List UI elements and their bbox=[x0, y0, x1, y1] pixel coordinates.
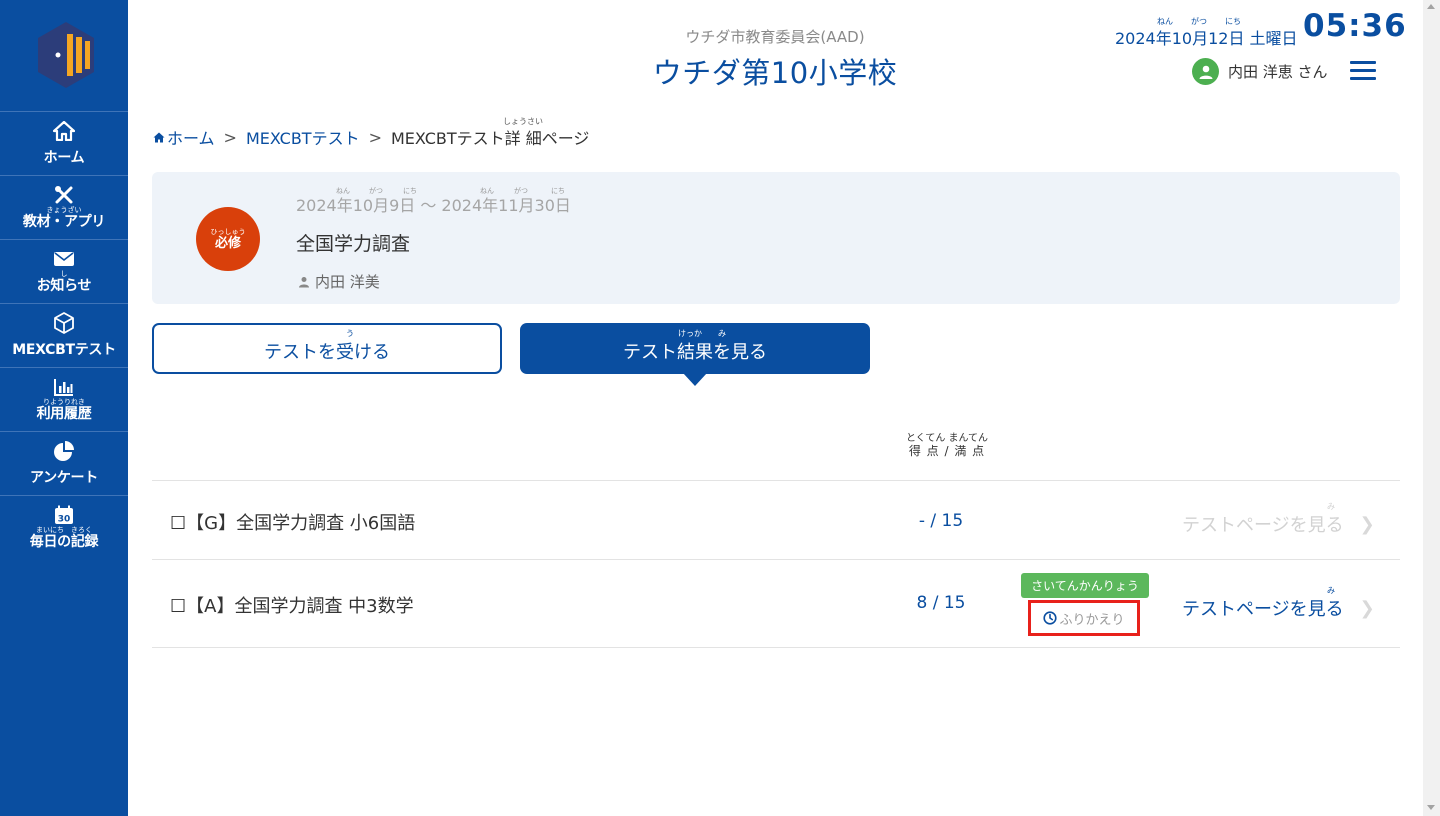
date-ruby-month: がつ bbox=[1191, 17, 1207, 26]
sidebar-item-ruby: し bbox=[60, 270, 68, 278]
view-test-page-link[interactable]: み テストページを見る ❯ bbox=[1182, 502, 1375, 537]
current-date: 2024年10月12日 土曜日 bbox=[1115, 29, 1298, 48]
sidebar-item-mexcbt[interactable]: MEXCBTテスト bbox=[0, 303, 128, 367]
take-test-label: テストを受ける bbox=[264, 341, 390, 363]
take-test-ruby: う bbox=[346, 328, 354, 338]
sidebar-item-label: お知らせ bbox=[36, 278, 92, 294]
sidebar-item-label: ホーム bbox=[43, 150, 85, 166]
scroll-down-arrow-icon[interactable] bbox=[1427, 805, 1435, 810]
score-header-ruby: とくてん まんてん bbox=[905, 433, 989, 444]
review-label: ふりかえり bbox=[1059, 612, 1125, 628]
date-ruby-year: ねん bbox=[1157, 17, 1173, 26]
link-ruby: み bbox=[1327, 502, 1335, 511]
view-test-page-label: テストページを見る bbox=[1182, 599, 1344, 620]
sidebar-item-daily-record[interactable]: 30 まいにち きろく 毎日の記録 bbox=[0, 495, 128, 559]
view-results-label: テスト結果を見る bbox=[623, 341, 767, 363]
breadcrumb-home-link[interactable]: ホーム bbox=[167, 125, 215, 149]
school-logo[interactable] bbox=[36, 22, 96, 88]
sidebar-item-label: アンケート bbox=[30, 470, 98, 486]
bar-chart-icon bbox=[53, 376, 75, 398]
school-name: ウチダ第10小学校 bbox=[652, 56, 898, 90]
active-tab-pointer bbox=[683, 373, 707, 386]
hamburger-menu-icon[interactable] bbox=[1350, 61, 1376, 81]
table-row: ☐【G】全国学力調査 小6国語 - / 15 み テストページを見る ❯ bbox=[152, 480, 1400, 560]
cube-icon bbox=[53, 312, 75, 334]
current-time: 05:36 bbox=[1303, 8, 1407, 44]
calendar-icon: 30 bbox=[53, 504, 75, 526]
breadcrumb-current: しょうさい MEXCBTテスト詳 細ページ bbox=[390, 117, 590, 149]
home-icon bbox=[153, 132, 165, 142]
test-info-card: ひっしゅう 必修 ねん がつ にち ねん がつ にち 2024年10月9日 〜 … bbox=[152, 172, 1400, 304]
required-badge: ひっしゅう 必修 bbox=[196, 207, 260, 271]
required-badge-ruby: ひっしゅう bbox=[210, 227, 246, 236]
scroll-up-arrow-icon[interactable] bbox=[1427, 4, 1435, 9]
sidebar-item-ruby: きょうざい bbox=[46, 206, 82, 214]
date-ruby-day: にち bbox=[1225, 17, 1241, 26]
vertical-scrollbar[interactable] bbox=[1423, 0, 1440, 816]
user-name[interactable]: 内田 洋恵 さん bbox=[1228, 61, 1328, 82]
required-badge-label: 必修 bbox=[214, 235, 241, 251]
score-header-label: 得 点 / 満 点 bbox=[908, 444, 986, 458]
test-name: ☐【A】全国学力調査 中3数学 bbox=[170, 596, 414, 617]
sidebar-item-label: 教材・アプリ bbox=[22, 214, 106, 230]
test-score: - / 15 bbox=[918, 511, 964, 531]
test-period: 2024年10月9日 〜 2024年11月30日 bbox=[296, 196, 571, 215]
sidebar-item-materials[interactable]: きょうざい 教材・アプリ bbox=[0, 175, 128, 239]
tools-icon bbox=[53, 184, 75, 206]
sidebar-item-label: 毎日の記録 bbox=[29, 534, 99, 550]
sidebar-item-ruby: りようりれき bbox=[43, 398, 85, 406]
take-test-button[interactable]: う テストを受ける bbox=[152, 323, 502, 374]
sidebar-item-home[interactable]: ホーム bbox=[0, 111, 128, 175]
sidebar-nav: ホーム きょうざい 教材・アプリ し お知らせ MEXCBTテスト りようりれき… bbox=[0, 111, 128, 559]
score-column-header: とくてん まんてん 得 点 / 満 点 bbox=[896, 433, 998, 458]
user-icon bbox=[1199, 65, 1212, 79]
breadcrumb-current-label: MEXCBTテスト詳 細ページ bbox=[390, 129, 590, 148]
test-name: ☐【G】全国学力調査 小6国語 bbox=[170, 513, 416, 534]
view-results-button[interactable]: けっか み テスト結果を見る bbox=[520, 323, 870, 374]
date-display: ねん がつ にち 2024年10月12日 土曜日 bbox=[1115, 16, 1300, 49]
sidebar: ホーム きょうざい 教材・アプリ し お知らせ MEXCBTテスト りようりれき… bbox=[0, 0, 128, 816]
test-author-name: 内田 洋美 bbox=[315, 273, 380, 291]
test-score: 8 / 15 bbox=[916, 593, 966, 613]
breadcrumb: ホーム > MEXCBTテスト > しょうさい MEXCBTテスト詳 細ページ bbox=[153, 117, 590, 149]
breadcrumb-ruby: しょうさい bbox=[502, 117, 543, 126]
graded-status-badge: さいてんかんりょう bbox=[1021, 573, 1149, 598]
view-results-ruby: けっか み bbox=[678, 328, 726, 338]
sidebar-item-history[interactable]: りようりれき 利用履歴 bbox=[0, 367, 128, 431]
chevron-right-icon: ❯ bbox=[1359, 513, 1375, 535]
sidebar-item-survey[interactable]: アンケート bbox=[0, 431, 128, 495]
clock-icon bbox=[1043, 611, 1058, 625]
user-avatar[interactable] bbox=[1192, 58, 1219, 85]
chevron-right-icon: ❯ bbox=[1359, 597, 1375, 619]
calendar-day: 30 bbox=[58, 515, 71, 525]
breadcrumb-test-link[interactable]: MEXCBTテスト bbox=[246, 125, 360, 149]
view-test-page-label: テストページを見る bbox=[1182, 515, 1344, 536]
sidebar-item-label: 利用履歴 bbox=[36, 406, 92, 422]
home-icon bbox=[53, 120, 75, 142]
breadcrumb-separator: > bbox=[368, 127, 382, 147]
test-author: 内田 洋美 bbox=[298, 271, 380, 292]
date-ruby: ねん がつ にち bbox=[1115, 16, 1300, 26]
pie-chart-icon bbox=[53, 440, 75, 462]
mail-icon bbox=[53, 248, 75, 270]
test-title: 全国学力調査 bbox=[296, 233, 411, 255]
table-row: ☐【A】全国学力調査 中3数学 8 / 15 さいてんかんりょう ふりかえり み… bbox=[152, 559, 1400, 648]
breadcrumb-separator: > bbox=[223, 127, 237, 147]
sidebar-item-ruby: まいにち きろく bbox=[36, 526, 92, 534]
sidebar-item-notices[interactable]: し お知らせ bbox=[0, 239, 128, 303]
education-board: ウチダ市教育委員会(AAD) bbox=[685, 28, 865, 46]
view-test-page-link[interactable]: み テストページを見る ❯ bbox=[1182, 586, 1375, 621]
take-test-label-wrap: う テストを受ける bbox=[264, 329, 390, 364]
sidebar-item-label: MEXCBTテスト bbox=[12, 342, 116, 358]
review-button[interactable]: ふりかえり bbox=[1028, 600, 1140, 636]
person-icon bbox=[299, 276, 309, 287]
link-ruby: み bbox=[1327, 586, 1335, 595]
view-results-label-wrap: けっか み テスト結果を見る bbox=[623, 329, 767, 364]
